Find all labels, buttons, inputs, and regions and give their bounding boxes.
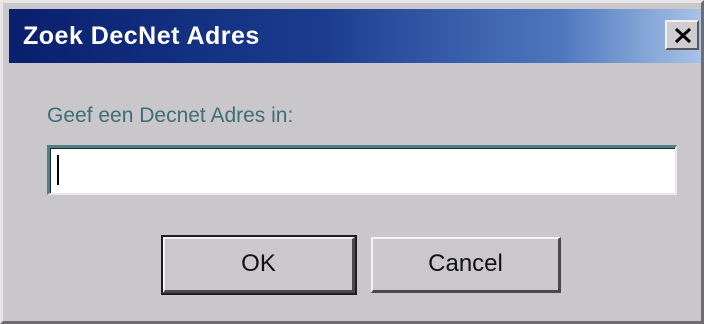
window-title: Zoek DecNet Adres	[23, 22, 260, 50]
cancel-button[interactable]: Cancel	[371, 237, 561, 293]
ok-button[interactable]: OK	[161, 235, 357, 295]
search-decnet-dialog: Zoek DecNet Adres Geef een Decnet Adres …	[0, 0, 704, 324]
title-bar[interactable]: Zoek DecNet Adres	[9, 9, 701, 63]
address-prompt-label: Geef een Decnet Adres in:	[47, 104, 294, 127]
decnet-address-input[interactable]	[47, 145, 677, 195]
text-caret	[57, 155, 59, 185]
close-icon	[674, 27, 692, 44]
close-button[interactable]	[665, 20, 699, 50]
